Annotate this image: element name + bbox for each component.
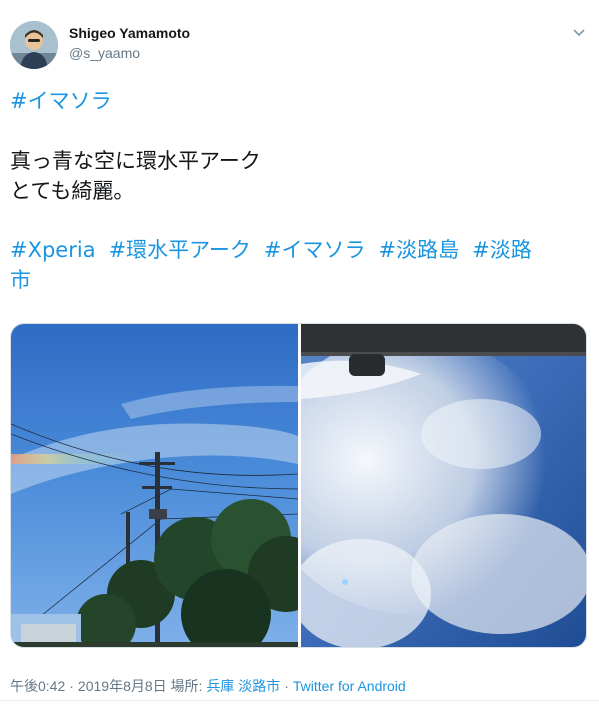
hashtag-row: #Xperia #環水平アーク #イマソラ #淡路島 #淡路 市	[10, 235, 585, 295]
place-label: 場所:	[170, 678, 203, 694]
avatar[interactable]	[10, 21, 58, 69]
hashtag-link[interactable]: #イマソラ	[264, 238, 366, 262]
client-link[interactable]: Twitter for Android	[293, 678, 406, 694]
tweet-time[interactable]: 午後0:42	[10, 678, 65, 694]
tweet-date[interactable]: 2019年8月8日	[78, 678, 167, 694]
tweet-footer: 午後0:42 · 2019年8月8日 場所: 兵庫 淡路市 · Twitter for …	[10, 676, 406, 696]
hashtag-link[interactable]: #環水平アーク	[109, 238, 251, 262]
author-handle[interactable]: @s_yaamo	[69, 45, 140, 61]
place-link[interactable]: 兵庫 淡路市	[206, 678, 280, 694]
hashtag-link-continuation[interactable]: 市	[10, 268, 31, 292]
avatar-image	[10, 21, 58, 69]
photo-clouds[interactable]	[301, 324, 586, 647]
chevron-down-icon[interactable]	[570, 24, 588, 42]
tweet-text-line2: とても綺麗。	[10, 179, 135, 203]
hashtag-link[interactable]: #淡路	[472, 238, 532, 262]
hashtag-link[interactable]: #淡路島	[379, 238, 460, 262]
separator-dot: ·	[69, 678, 74, 694]
separator-dot: ·	[284, 678, 289, 694]
hashtag-link[interactable]: #Xperia	[10, 238, 96, 262]
tweet-text-top: #イマソラ	[10, 86, 585, 116]
photo-sky-utility-pole[interactable]	[11, 324, 298, 647]
hashtag-link[interactable]: #イマソラ	[10, 89, 112, 113]
media-grid	[10, 323, 587, 648]
author-name[interactable]: Shigeo Yamamoto	[69, 25, 190, 41]
divider	[0, 700, 599, 701]
tweet: Shigeo Yamamoto @s_yaamo #イマソラ 真っ青な空に環水平…	[0, 0, 599, 704]
tweet-text-line1: 真っ青な空に環水平アーク	[10, 149, 261, 173]
